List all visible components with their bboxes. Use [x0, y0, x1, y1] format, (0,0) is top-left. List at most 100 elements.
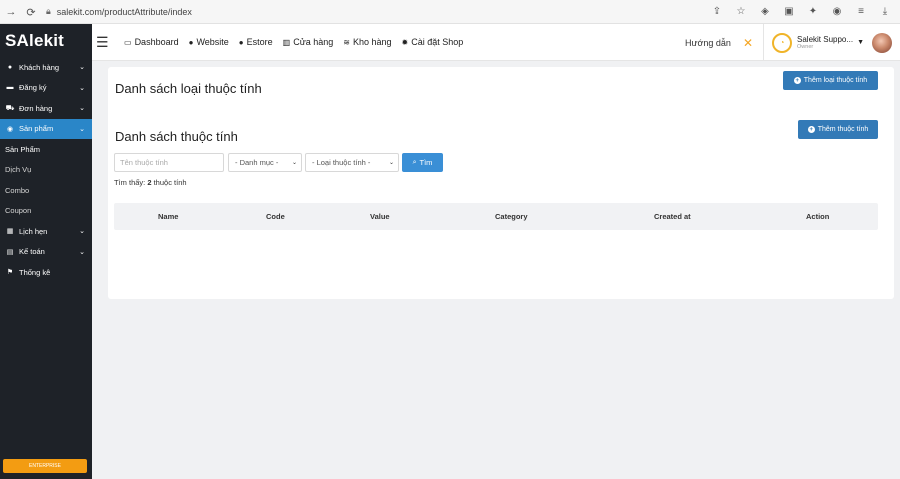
chevron-down-icon: ⌄: [79, 84, 85, 92]
result-prefix: Tìm thấy:: [114, 178, 148, 187]
guide-link[interactable]: Hướng dẫn: [685, 38, 731, 48]
nav-dashboard[interactable]: ▭ Dashboard: [124, 37, 179, 47]
column-header-name[interactable]: Name: [158, 203, 178, 230]
nav-label: Estore: [246, 37, 273, 47]
download-ext-icon[interactable]: ▣: [782, 3, 796, 19]
attribute-type-title: Danh sách loại thuộc tính: [115, 81, 262, 96]
sidebar-item-ke-toan[interactable]: ▤ Kế toán ⌄: [0, 242, 92, 263]
caret-down-icon[interactable]: ▼: [857, 39, 864, 46]
chevron-down-icon: ⌄: [79, 125, 85, 133]
user-name: Salekit Suppo...: [797, 35, 854, 44]
globe-icon: ●: [188, 37, 194, 47]
category-select[interactable]: - Danh mục - ⌄: [228, 153, 302, 172]
main-content: Danh sách loại thuộc tính + Thêm loại th…: [92, 61, 900, 479]
address-bar[interactable]: 🔒︎ salekit.com/productAttribute/index: [46, 3, 726, 20]
sidebar-item-dang-ky[interactable]: ▬ Đăng ký ⌄: [0, 78, 92, 99]
store-logo-icon: ◔: [772, 32, 793, 53]
sidebar-item-khach-hang[interactable]: ● Khách hàng ⌄: [0, 57, 92, 78]
ledger-icon: ▤: [6, 248, 14, 256]
add-attribute-type-button[interactable]: + Thêm loại thuộc tính: [783, 71, 878, 90]
select-value: - Loại thuộc tính -: [312, 158, 371, 167]
monitor-icon: ▭: [124, 37, 132, 47]
puzzle-icon[interactable]: ✦: [806, 3, 820, 19]
sidebar-item-label: Đăng ký: [19, 83, 47, 93]
sidebar-subitem-coupon[interactable]: Coupon: [0, 201, 92, 222]
nav-cai-dat-shop[interactable]: ✹ Cài đặt Shop: [402, 37, 464, 47]
column-header-created-at[interactable]: Created at: [654, 203, 691, 230]
sidebar-item-label: Đơn hàng: [19, 103, 53, 113]
sidebar-item-thong-ke[interactable]: ⚑ Thống kê: [0, 262, 92, 283]
attribute-list-title: Danh sách thuộc tính: [115, 129, 238, 144]
add-attribute-button[interactable]: + Thêm thuộc tính: [798, 120, 878, 139]
avatar[interactable]: [872, 32, 892, 53]
store-icon: ▥: [282, 37, 291, 47]
cart-icon: ⛟: [5, 104, 15, 112]
product-icon: ◉: [6, 125, 14, 133]
nav-estore[interactable]: ● Estore: [239, 37, 273, 47]
gear-icon: ✹: [401, 37, 409, 47]
card-icon: ▬: [6, 84, 14, 92]
search-button[interactable]: ⌕ Tìm: [402, 153, 443, 172]
chevron-down-icon: ⌄: [388, 160, 394, 166]
back-icon[interactable]: →: [2, 3, 20, 21]
browser-toolbar: → ⟳ 🔒︎ salekit.com/productAttribute/inde…: [0, 0, 900, 24]
sidebar-item-label: Lịch hẹn: [19, 226, 48, 236]
column-header-code[interactable]: Code: [266, 203, 285, 230]
plus-icon: +: [793, 77, 801, 84]
globe-icon: ●: [238, 37, 244, 47]
content-card: Danh sách loại thuộc tính + Thêm loại th…: [108, 67, 894, 299]
profile-icon[interactable]: ◉: [830, 3, 844, 19]
sidebar-item-label: Sản phẩm: [19, 124, 54, 134]
chevron-down-icon: ⌄: [79, 228, 85, 236]
shield-icon[interactable]: ◈: [758, 3, 772, 19]
nav-label: Dashboard: [134, 37, 179, 47]
user-icon: ●: [7, 63, 13, 71]
lock-icon: 🔒︎: [46, 6, 51, 16]
sidebar-subitem-combo[interactable]: Combo: [0, 180, 92, 201]
plus-icon: +: [807, 126, 815, 133]
attribute-type-select[interactable]: - Loại thuộc tính - ⌄: [305, 153, 399, 172]
chevron-down-icon: ⌄: [79, 248, 85, 256]
nav-label: Website: [196, 37, 229, 47]
button-label: Thêm loại thuộc tính: [803, 77, 868, 84]
attribute-name-input[interactable]: Tên thuộc tính: [114, 153, 224, 172]
menu-icon[interactable]: ≡: [854, 3, 868, 19]
enterprise-button[interactable]: ENTERPRISE: [3, 459, 87, 473]
logo[interactable]: SAlekit: [0, 24, 92, 57]
select-value: - Danh mục -: [235, 158, 279, 167]
sidebar-item-don-hang[interactable]: ⛟ Đơn hàng ⌄: [0, 98, 92, 119]
nav-label: Kho hàng: [352, 37, 392, 47]
sidebar-item-label: Thống kê: [19, 267, 51, 277]
nav-website[interactable]: ● Website: [189, 37, 229, 47]
url-text: salekit.com/productAttribute/index: [56, 6, 192, 17]
calendar-icon: ▦: [6, 228, 14, 236]
divider: [763, 24, 765, 61]
sidebar-item-label: Khách hàng: [19, 62, 60, 72]
hamburger-menu-icon[interactable]: ☰: [96, 34, 118, 51]
reload-icon[interactable]: ⟳: [22, 3, 40, 21]
chevron-down-icon: ⌄: [291, 160, 297, 166]
result-suffix: thuộc tính: [151, 178, 187, 187]
nav-label: Cửa hàng: [293, 37, 334, 47]
nav-kho-hang[interactable]: ≋ Kho hàng: [343, 37, 391, 47]
column-header-action[interactable]: Action: [806, 203, 829, 230]
sidebar-subitem-dich-vu[interactable]: Dịch Vụ: [0, 160, 92, 181]
sidebar-subitem-san-pham[interactable]: Sản Phẩm: [0, 139, 92, 160]
column-header-value[interactable]: Value: [370, 203, 390, 230]
column-header-category[interactable]: Category: [495, 203, 528, 230]
user-menu[interactable]: Salekit Suppo... Owner: [797, 35, 853, 50]
star-icon[interactable]: ☆: [734, 3, 748, 19]
sidebar-item-label: Kế toán: [19, 247, 45, 257]
database-icon: ≋: [343, 37, 350, 47]
sidebar-item-lich-hen[interactable]: ▦ Lịch hẹn ⌄: [0, 221, 92, 242]
result-count: Tìm thấy: 2 thuộc tính: [114, 178, 187, 187]
sidebar-item-san-pham[interactable]: ◉ Sản phẩm ⌄: [0, 118, 92, 139]
sidebar: SAlekit ● Khách hàng ⌄ ▬ Đăng ký ⌄ ⛟ Đơn…: [0, 24, 92, 479]
nav-cua-hang[interactable]: ▥ Cửa hàng: [283, 37, 334, 47]
download-icon[interactable]: ⤓: [878, 3, 892, 19]
share-icon[interactable]: ⇪: [710, 3, 724, 19]
notification-off-icon[interactable]: ✕: [743, 36, 753, 50]
chevron-down-icon: ⌄: [79, 105, 85, 113]
button-label: Tìm: [419, 158, 433, 167]
user-role: Owner: [797, 44, 814, 50]
